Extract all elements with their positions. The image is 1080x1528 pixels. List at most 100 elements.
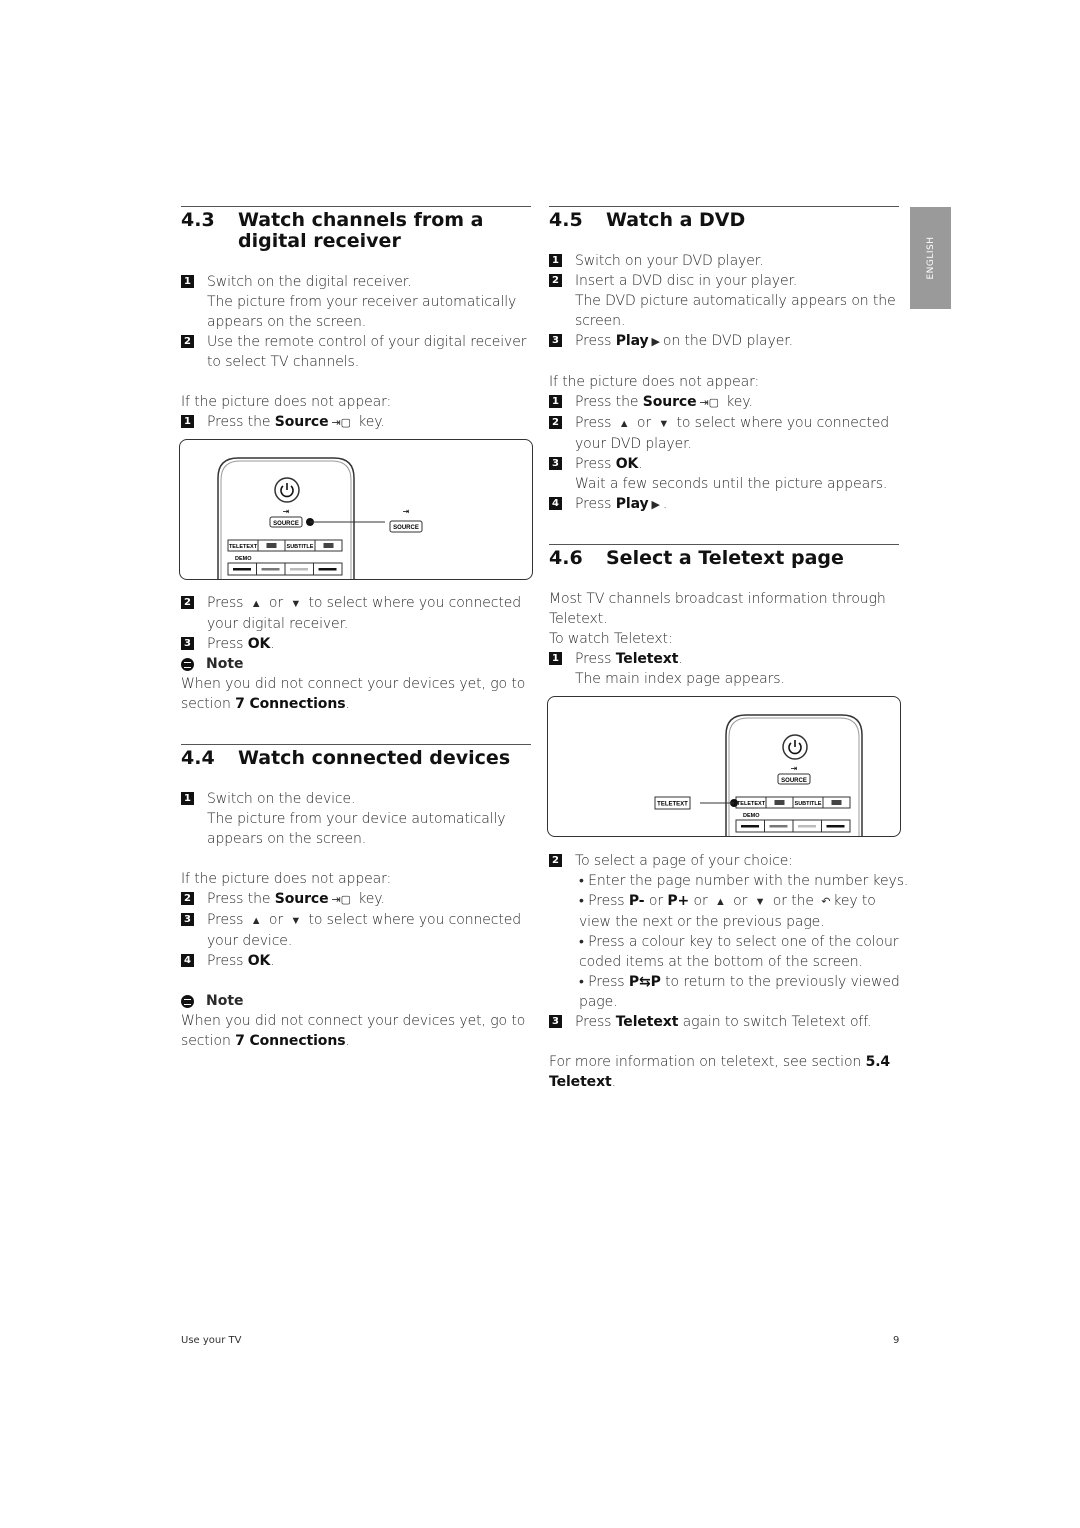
note-icon	[181, 994, 194, 1008]
text: section	[181, 1033, 236, 1049]
note-label: Note	[206, 993, 244, 1009]
remote-key-label: SUBTITLE	[795, 801, 822, 807]
text: or	[632, 415, 656, 431]
text: Press	[575, 415, 616, 431]
text: For more information on teletext, see se…	[549, 1054, 866, 1070]
section-number: 4.5	[549, 209, 583, 231]
text: or	[264, 595, 288, 611]
item-text: Press the Source ⇥▢ key.	[207, 889, 385, 910]
step-number: 3	[181, 913, 194, 926]
list-item: 1 Press the Source ⇥▢ key.	[181, 412, 531, 433]
remote-figure: SOURCE ⇥ TELETEXT SUBTITLE DEMO ⇥ SOURCE	[179, 439, 533, 580]
text-line: appears on the screen.	[207, 829, 505, 849]
text-line: Press OK.	[207, 951, 275, 971]
step-number: 3	[549, 334, 562, 347]
key-name: Teletext	[549, 1074, 612, 1090]
step-number: 1	[549, 395, 562, 408]
text: Most TV channels broadcast information t…	[549, 591, 886, 607]
svg-text:⇥: ⇥	[403, 507, 410, 516]
item-text: Press Play ▶ on the DVD player.	[575, 331, 793, 352]
list-item: When you did not connect your devices ye…	[181, 674, 531, 714]
note-icon	[181, 657, 194, 671]
remote-figure: SOURCE ⇥ TELETEXT SUBTITLE DEMO TELETEXT	[547, 696, 901, 837]
source-key-label: SOURCE	[781, 778, 807, 784]
remote-illustration: SOURCE ⇥ TELETEXT SUBTITLE DEMO ⇥ SOURCE	[217, 457, 423, 579]
text: key.	[353, 414, 385, 430]
text-line: section 7 Connections.	[181, 1031, 531, 1051]
list-item: When you did not connect your devices ye…	[181, 1011, 531, 1051]
text-line: section 7 Connections.	[181, 694, 531, 714]
text: screen.	[575, 313, 626, 329]
step-number: 1	[181, 415, 194, 428]
text: .	[662, 496, 668, 512]
text: • Press	[579, 893, 629, 909]
title-line: Watch a DVD	[606, 209, 746, 231]
svg-text:⇥: ⇥	[283, 507, 290, 516]
section-title: Watch channels from a digital receiver	[238, 210, 484, 252]
item-text: Switch on the digital receiver. The pictu…	[207, 272, 516, 332]
text: • Enter the page number with the number …	[579, 873, 909, 889]
item-text: To select a page of your choice:	[575, 851, 793, 871]
key-name: OK	[247, 636, 271, 652]
source-key-label: SOURCE	[273, 521, 299, 527]
item-text: For more information on teletext, see se…	[549, 1052, 899, 1092]
step-number: 2	[181, 596, 194, 609]
text: to select where you connected	[304, 912, 522, 928]
text-line: The main index page appears.	[575, 669, 785, 689]
item-text: Press the Source ⇥▢ key.	[575, 392, 753, 413]
text-line: • Press P- or P+ or ▲ or ▼ or the ↶ key t…	[549, 891, 899, 912]
text-line: If the picture does not appear:	[181, 392, 531, 412]
step-number: 1	[549, 254, 562, 267]
text: Press	[207, 595, 248, 611]
title-line: Watch connected devices	[238, 747, 511, 769]
note-heading: Note	[181, 654, 531, 674]
text: To watch Teletext:	[549, 631, 673, 647]
text-line: to select TV channels.	[207, 352, 526, 372]
text: Press the	[207, 891, 275, 907]
item-text: If the picture does not appear:	[181, 869, 531, 889]
step-number: 2	[181, 335, 194, 348]
section-number: 4.3	[181, 209, 215, 231]
list-item: 3 Press Play ▶ on the DVD player.	[549, 331, 899, 352]
text: section	[181, 696, 236, 712]
section-4-4: 4.4 Watch connected devices 1 Switch on the…	[181, 744, 531, 1051]
text-line: Press the Source ⇥▢ key.	[575, 392, 753, 413]
text: key to	[833, 893, 876, 909]
text: Press	[575, 333, 616, 349]
text: .	[638, 456, 643, 472]
key-name: P⇆P	[628, 974, 661, 990]
list-item: 2 Press ▲ or ▼ to select where you connec…	[181, 593, 531, 634]
text: key.	[721, 394, 753, 410]
section-4-6: 4.6 Select a Teletext page Most TV channel…	[547, 544, 908, 1092]
source-icon: ⇥▢	[331, 893, 352, 906]
list-item: 3 Press OK.	[181, 634, 531, 654]
text-line: Switch on your DVD player.	[575, 251, 764, 271]
text: view the next or the previous page.	[579, 914, 825, 930]
text: or	[644, 893, 668, 909]
section-heading: 4.3 Watch channels from a digital receiver	[181, 207, 531, 252]
item-text: If the picture does not appear:	[181, 392, 531, 412]
item-text: Insert a DVD disc in your player. The DVD…	[575, 271, 896, 331]
text: The DVD picture automatically appears on…	[575, 293, 896, 309]
text: .	[611, 1074, 616, 1090]
text-line: screen.	[575, 311, 896, 331]
text-line: appears on the screen.	[207, 312, 516, 332]
up-arrow-icon: ▲	[250, 597, 262, 610]
text: again to switch Teletext off.	[678, 1014, 872, 1030]
text-line: coded items at the bottom of the screen.	[549, 952, 899, 972]
text: appears on the screen.	[207, 831, 367, 847]
text: to select where you connected	[304, 595, 522, 611]
list-item: If the picture does not appear:	[181, 392, 531, 412]
list-item: • Enter the page number with the number …	[549, 871, 908, 1012]
text: If the picture does not appear:	[549, 374, 760, 390]
item-text: Press ▲ or ▼ to select where you connect…	[207, 593, 521, 634]
text-line: For more information on teletext, see se…	[549, 1052, 899, 1072]
text: If the picture does not appear:	[181, 394, 392, 410]
text: Press	[207, 912, 248, 928]
remote-key-label: TELETEXT	[737, 801, 766, 807]
text-line: Wait a few seconds until the picture app…	[575, 474, 887, 494]
text: or the	[768, 893, 819, 909]
text-line: your digital receiver.	[207, 614, 521, 634]
text-line: When you did not connect your devices ye…	[181, 1011, 531, 1031]
